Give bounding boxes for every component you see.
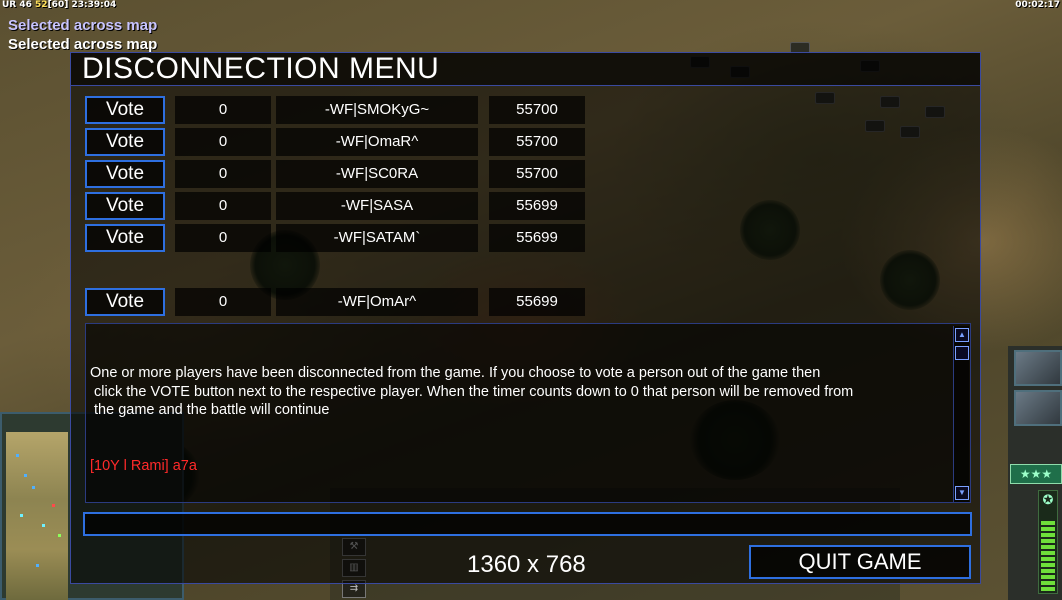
player-timer: 55700 [489,160,585,188]
resolution-label: 1360 x 768 [467,551,586,578]
system-message: Selected across map [8,17,158,34]
player-name: -WF|OmaR^ [276,128,478,156]
vote-button[interactable]: Vote [85,192,165,220]
hud-status-suffix: [60] 23:39:04 [47,0,117,10]
minimap-unit-marker [58,534,61,537]
minimap-unit-marker [24,474,27,477]
vote-button[interactable]: Vote [85,160,165,188]
vote-count: 0 [175,160,271,188]
scroll-down-icon[interactable]: ▼ [955,486,969,500]
build-cameo[interactable] [1014,390,1062,426]
minimap-unit-marker [42,524,45,527]
vote-count: 0 [175,288,271,316]
minimap-unit-marker [36,564,39,567]
chat-content: One or more players have been disconnect… [90,327,952,512]
chat-message: [10Y l Rami] a7a [90,457,197,474]
player-timer: 55699 [489,192,585,220]
player-name: -WF|SASA [276,192,478,220]
vote-button[interactable]: Vote [85,128,165,156]
scroll-up-icon[interactable]: ▲ [955,328,969,342]
minimap-unit-marker [16,454,19,457]
dialog-title: DISCONNECTION MENU [82,52,440,85]
minimap-unit-marker [52,504,55,507]
player-timer: 55699 [489,224,585,252]
chat-scrollbar[interactable]: ▲ ▼ [953,326,969,502]
player-name: -WF|SC0RA [276,160,478,188]
minimap-unit-marker [32,486,35,489]
player-name: -WF|OmAr^ [276,288,478,316]
player-timer: 55700 [489,96,585,124]
scroll-thumb[interactable] [955,346,969,360]
vote-count: 0 [175,128,271,156]
power-fill [1041,521,1055,591]
hud-status: UR 46 52[60] 23:39:04 [2,0,116,10]
player-name: -WF|SMOKyG~ [276,96,478,124]
player-name: -WF|SATAM` [276,224,478,252]
vote-button[interactable]: Vote [85,288,165,316]
hud-status-highlight: 52 [35,0,48,10]
rank-stars: ★★★ [1010,464,1062,484]
vote-count: 0 [175,224,271,252]
chat-log[interactable]: One or more players have been disconnect… [85,323,971,503]
dialog-header: DISCONNECTION MENU [71,52,980,86]
chat-input[interactable] [83,512,972,536]
disconnection-dialog: DISCONNECTION MENU Vote 0 -WF|SMOKyG~ 55… [70,52,981,584]
star-icon: ✪ [1042,492,1054,507]
hud-status-prefix: UR 46 [2,0,36,10]
quit-game-button[interactable]: QUIT GAME [749,545,971,579]
player-timer: 55700 [489,128,585,156]
vote-button[interactable]: Vote [85,96,165,124]
vote-count: 0 [175,96,271,124]
game-timer: 00:02:17 [1015,0,1060,10]
vote-button[interactable]: Vote [85,224,165,252]
system-message: Selected across map [8,36,158,53]
minimap-unit-marker [20,514,23,517]
minimap-terrain [6,432,68,600]
info-message: One or more players have been disconnect… [90,365,854,418]
build-cameo[interactable] [1014,350,1062,386]
player-timer: 55699 [489,288,585,316]
vote-count: 0 [175,192,271,220]
